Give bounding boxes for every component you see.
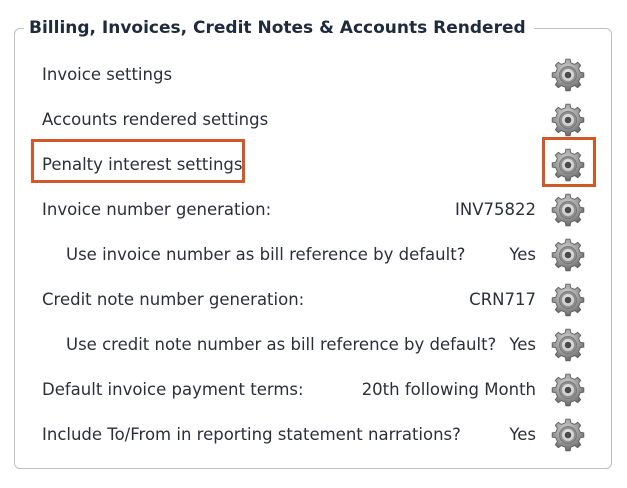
settings-row-default-payment-terms: Default invoice payment terms: 20th foll… <box>0 367 627 412</box>
settings-row-credit-note-number-generation: Credit note number generation: CRN717 <box>0 277 627 322</box>
row-label: Invoice settings <box>42 65 173 84</box>
row-label: Include To/From in reporting statement n… <box>42 425 461 444</box>
gear-icon[interactable] <box>551 328 585 362</box>
row-label: Use credit note number as bill reference… <box>66 335 497 354</box>
settings-row-invoice-number-generation: Invoice number generation: INV75822 <box>0 187 627 232</box>
row-label: Default invoice payment terms: <box>42 380 304 399</box>
highlight-box-penalty-label <box>31 139 245 183</box>
invoice-number-value: INV75822 <box>455 200 536 219</box>
section-title: Billing, Invoices, Credit Notes & Accoun… <box>24 15 534 41</box>
gear-icon[interactable] <box>551 103 585 137</box>
settings-row-accounts-rendered-settings: Accounts rendered settings <box>0 97 627 142</box>
gear-icon[interactable] <box>551 283 585 317</box>
row-label: Use invoice number as bill reference by … <box>66 245 466 264</box>
row-label: Credit note number generation: <box>42 290 305 309</box>
settings-row-invoice-settings: Invoice settings <box>0 52 627 97</box>
settings-row-credit-note-bill-reference: Use credit note number as bill reference… <box>0 322 627 367</box>
row-label: Accounts rendered settings <box>42 110 269 129</box>
payment-terms-value: 20th following Month <box>361 380 536 399</box>
settings-row-include-to-from: Include To/From in reporting statement n… <box>0 412 627 457</box>
gear-icon[interactable] <box>551 418 585 452</box>
row-label: Invoice number generation: <box>42 200 272 219</box>
gear-icon[interactable] <box>551 58 585 92</box>
gear-icon[interactable] <box>551 373 585 407</box>
credit-note-number-value: CRN717 <box>469 290 536 309</box>
gear-icon[interactable] <box>551 193 585 227</box>
gear-icon[interactable] <box>551 238 585 272</box>
settings-row-invoice-bill-reference: Use invoice number as bill reference by … <box>0 232 627 277</box>
row-value: Yes <box>509 245 536 264</box>
row-value: Yes <box>509 335 536 354</box>
row-value: Yes <box>509 425 536 444</box>
highlight-box-penalty-gear <box>542 137 596 187</box>
